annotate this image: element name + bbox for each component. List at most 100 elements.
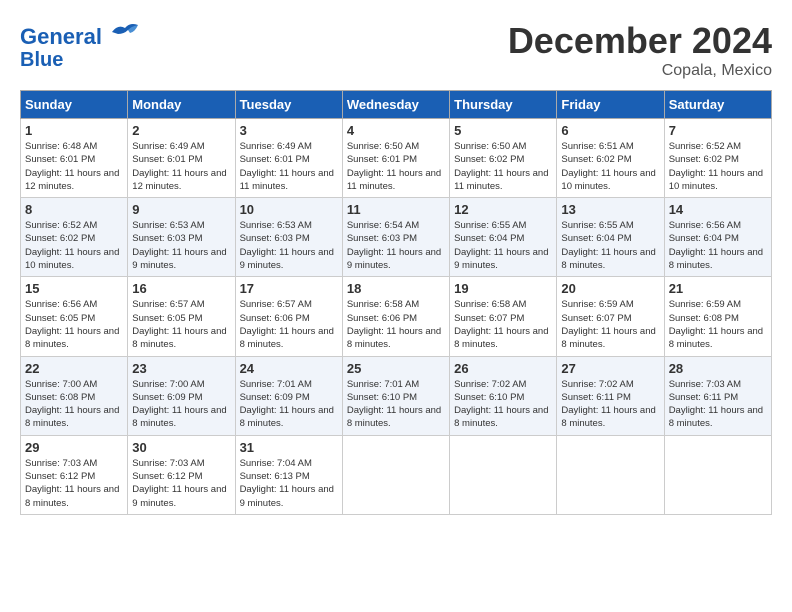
day-info: Sunrise: 6:52 AM Sunset: 6:02 PM Dayligh… (669, 140, 767, 193)
calendar-week-2: 8 Sunrise: 6:52 AM Sunset: 6:02 PM Daylig… (21, 198, 772, 277)
day-info: Sunrise: 6:56 AM Sunset: 6:05 PM Dayligh… (25, 298, 123, 351)
calendar-week-3: 15 Sunrise: 6:56 AM Sunset: 6:05 PM Dayli… (21, 277, 772, 356)
day-info: Sunrise: 6:57 AM Sunset: 6:06 PM Dayligh… (240, 298, 338, 351)
calendar-week-1: 1 Sunrise: 6:48 AM Sunset: 6:01 PM Daylig… (21, 119, 772, 198)
calendar-cell: 23 Sunrise: 7:00 AM Sunset: 6:09 PM Dayli… (128, 356, 235, 435)
header-monday: Monday (128, 91, 235, 119)
day-info: Sunrise: 7:02 AM Sunset: 6:11 PM Dayligh… (561, 378, 659, 431)
calendar-cell: 30 Sunrise: 7:03 AM Sunset: 6:12 PM Dayli… (128, 435, 235, 514)
day-info: Sunrise: 7:03 AM Sunset: 6:12 PM Dayligh… (132, 457, 230, 510)
day-number: 15 (25, 281, 123, 296)
header-saturday: Saturday (664, 91, 771, 119)
day-info: Sunrise: 7:03 AM Sunset: 6:12 PM Dayligh… (25, 457, 123, 510)
day-number: 18 (347, 281, 445, 296)
day-number: 10 (240, 202, 338, 217)
calendar-cell (450, 435, 557, 514)
day-info: Sunrise: 6:48 AM Sunset: 6:01 PM Dayligh… (25, 140, 123, 193)
calendar-cell (342, 435, 449, 514)
day-number: 1 (25, 123, 123, 138)
logo: General Blue (20, 20, 140, 71)
day-info: Sunrise: 6:55 AM Sunset: 6:04 PM Dayligh… (454, 219, 552, 272)
day-number: 2 (132, 123, 230, 138)
day-number: 9 (132, 202, 230, 217)
calendar-cell: 1 Sunrise: 6:48 AM Sunset: 6:01 PM Daylig… (21, 119, 128, 198)
calendar-table: SundayMondayTuesdayWednesdayThursdayFrid… (20, 90, 772, 515)
day-info: Sunrise: 6:51 AM Sunset: 6:02 PM Dayligh… (561, 140, 659, 193)
calendar-cell: 2Sunrise: 6:49 AM Sunset: 6:01 PM Daylig… (128, 119, 235, 198)
day-number: 11 (347, 202, 445, 217)
day-number: 23 (132, 361, 230, 376)
day-info: Sunrise: 6:57 AM Sunset: 6:05 PM Dayligh… (132, 298, 230, 351)
header-friday: Friday (557, 91, 664, 119)
calendar-cell: 13 Sunrise: 6:55 AM Sunset: 6:04 PM Dayli… (557, 198, 664, 277)
day-info: Sunrise: 7:01 AM Sunset: 6:09 PM Dayligh… (240, 378, 338, 431)
day-number: 31 (240, 440, 338, 455)
header-tuesday: Tuesday (235, 91, 342, 119)
day-number: 25 (347, 361, 445, 376)
calendar-cell: 12Sunrise: 6:55 AM Sunset: 6:04 PM Dayli… (450, 198, 557, 277)
day-number: 24 (240, 361, 338, 376)
day-number: 26 (454, 361, 552, 376)
day-info: Sunrise: 7:02 AM Sunset: 6:10 PM Dayligh… (454, 378, 552, 431)
day-number: 22 (25, 361, 123, 376)
location: Copala, Mexico (508, 62, 772, 80)
calendar-cell: 14 Sunrise: 6:56 AM Sunset: 6:04 PM Dayli… (664, 198, 771, 277)
calendar-cell: 19Sunrise: 6:58 AM Sunset: 6:07 PM Dayli… (450, 277, 557, 356)
day-number: 16 (132, 281, 230, 296)
day-number: 28 (669, 361, 767, 376)
calendar-cell: 21Sunrise: 6:59 AM Sunset: 6:08 PM Dayli… (664, 277, 771, 356)
title-block: December 2024 Copala, Mexico (508, 20, 772, 80)
day-info: Sunrise: 7:03 AM Sunset: 6:11 PM Dayligh… (669, 378, 767, 431)
logo-bird-icon (110, 20, 140, 44)
day-number: 7 (669, 123, 767, 138)
calendar-cell: 11 Sunrise: 6:54 AM Sunset: 6:03 PM Dayli… (342, 198, 449, 277)
day-info: Sunrise: 6:59 AM Sunset: 6:08 PM Dayligh… (669, 298, 767, 351)
day-info: Sunrise: 7:04 AM Sunset: 6:13 PM Dayligh… (240, 457, 338, 510)
day-number: 13 (561, 202, 659, 217)
day-number: 27 (561, 361, 659, 376)
calendar-cell: 17 Sunrise: 6:57 AM Sunset: 6:06 PM Dayli… (235, 277, 342, 356)
day-number: 5 (454, 123, 552, 138)
page-header: General Blue December 2024 Copala, Mexic… (20, 20, 772, 80)
day-number: 30 (132, 440, 230, 455)
calendar-cell: 4 Sunrise: 6:50 AM Sunset: 6:01 PM Daylig… (342, 119, 449, 198)
day-info: Sunrise: 6:55 AM Sunset: 6:04 PM Dayligh… (561, 219, 659, 272)
calendar-cell: 5 Sunrise: 6:50 AM Sunset: 6:02 PM Daylig… (450, 119, 557, 198)
header-sunday: Sunday (21, 91, 128, 119)
day-number: 8 (25, 202, 123, 217)
day-info: Sunrise: 6:50 AM Sunset: 6:02 PM Dayligh… (454, 140, 552, 193)
calendar-cell: 24 Sunrise: 7:01 AM Sunset: 6:09 PM Dayli… (235, 356, 342, 435)
day-number: 17 (240, 281, 338, 296)
day-number: 20 (561, 281, 659, 296)
calendar-cell: 20 Sunrise: 6:59 AM Sunset: 6:07 PM Dayli… (557, 277, 664, 356)
month-title: December 2024 (508, 20, 772, 62)
calendar-cell: 29 Sunrise: 7:03 AM Sunset: 6:12 PM Dayli… (21, 435, 128, 514)
calendar-cell: 9Sunrise: 6:53 AM Sunset: 6:03 PM Daylig… (128, 198, 235, 277)
calendar-cell: 6Sunrise: 6:51 AM Sunset: 6:02 PM Daylig… (557, 119, 664, 198)
day-number: 29 (25, 440, 123, 455)
calendar-cell: 25Sunrise: 7:01 AM Sunset: 6:10 PM Dayli… (342, 356, 449, 435)
header-thursday: Thursday (450, 91, 557, 119)
calendar-cell: 7 Sunrise: 6:52 AM Sunset: 6:02 PM Daylig… (664, 119, 771, 198)
day-number: 3 (240, 123, 338, 138)
calendar-cell: 8 Sunrise: 6:52 AM Sunset: 6:02 PM Daylig… (21, 198, 128, 277)
calendar-cell: 15 Sunrise: 6:56 AM Sunset: 6:05 PM Dayli… (21, 277, 128, 356)
day-info: Sunrise: 6:54 AM Sunset: 6:03 PM Dayligh… (347, 219, 445, 272)
calendar-cell (664, 435, 771, 514)
day-info: Sunrise: 6:52 AM Sunset: 6:02 PM Dayligh… (25, 219, 123, 272)
day-info: Sunrise: 6:49 AM Sunset: 6:01 PM Dayligh… (240, 140, 338, 193)
logo-blue: Blue (20, 49, 140, 71)
day-info: Sunrise: 7:00 AM Sunset: 6:09 PM Dayligh… (132, 378, 230, 431)
day-info: Sunrise: 6:56 AM Sunset: 6:04 PM Dayligh… (669, 219, 767, 272)
day-number: 4 (347, 123, 445, 138)
calendar-cell: 3 Sunrise: 6:49 AM Sunset: 6:01 PM Daylig… (235, 119, 342, 198)
day-info: Sunrise: 6:50 AM Sunset: 6:01 PM Dayligh… (347, 140, 445, 193)
header-wednesday: Wednesday (342, 91, 449, 119)
calendar-week-5: 29 Sunrise: 7:03 AM Sunset: 6:12 PM Dayli… (21, 435, 772, 514)
day-number: 14 (669, 202, 767, 217)
day-info: Sunrise: 6:53 AM Sunset: 6:03 PM Dayligh… (240, 219, 338, 272)
day-info: Sunrise: 6:59 AM Sunset: 6:07 PM Dayligh… (561, 298, 659, 351)
day-info: Sunrise: 6:58 AM Sunset: 6:06 PM Dayligh… (347, 298, 445, 351)
calendar-cell: 22Sunrise: 7:00 AM Sunset: 6:08 PM Dayli… (21, 356, 128, 435)
calendar-cell: 10 Sunrise: 6:53 AM Sunset: 6:03 PM Dayli… (235, 198, 342, 277)
